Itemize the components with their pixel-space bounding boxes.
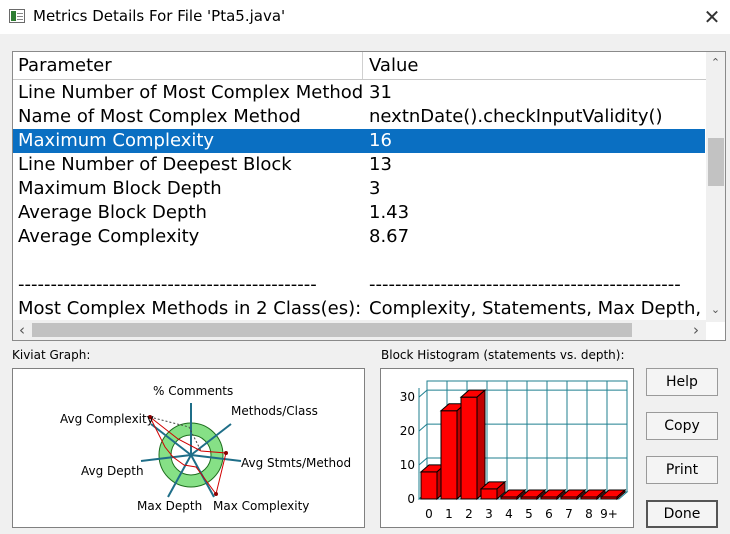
scroll-left-icon[interactable]: ‹ [13, 320, 31, 340]
parameter-cell: Average Block Depth [18, 202, 207, 223]
kiviat-marker [224, 451, 228, 455]
value-cell: 16 [369, 130, 392, 151]
table-row[interactable]: Most Complex Methods in 2 Class(es): Comp… [13, 297, 725, 321]
metrics-list[interactable]: Parameter Value Line Number of Most Comp… [12, 51, 726, 341]
histogram-y-tick-label: 0 [407, 492, 415, 506]
kiviat-axis-label-methods-class: Methods/Class [231, 404, 318, 418]
kiviat-axis-label-comments: % Comments [153, 384, 233, 398]
table-row[interactable]: Line Number of Most Complex Method 31 [13, 81, 705, 105]
value-cell: nextnDate().checkInputValidity() [369, 106, 663, 127]
value-cell: ----------------------------------------… [369, 274, 681, 295]
horizontal-scrollbar[interactable]: ‹ › [13, 320, 706, 340]
histogram-gridline [418, 423, 428, 432]
histogram-x-tick-label: 5 [525, 507, 533, 521]
table-row[interactable] [13, 249, 705, 273]
parameter-cell: Line Number of Deepest Block [18, 154, 292, 175]
kiviat-axis-label-max-depth: Max Depth [137, 499, 202, 513]
histogram-x-tick-label: 8 [585, 507, 593, 521]
histogram-y-tick-label: 30 [400, 390, 415, 404]
table-row[interactable]: Maximum Complexity 16 [13, 129, 705, 153]
scroll-right-icon[interactable]: › [686, 320, 706, 340]
block-histogram: 30201000 1 2 3 4 5 6 7 8 9+ [400, 380, 629, 521]
parameter-cell: Most Complex Methods in 2 Class(es): [18, 298, 362, 319]
histogram-gridline [418, 389, 428, 398]
scroll-down-icon[interactable]: ⌄ [706, 300, 725, 320]
histogram-x-tick-label: 7 [565, 507, 573, 521]
histogram-panel: 30 20 10 0 0 1 2 3 4 5 6 7 8 9+ [380, 368, 634, 528]
histogram-x-tick-label: 6 [545, 507, 553, 521]
parameter-cell: Line Number of Most Complex Method [18, 82, 364, 103]
histogram-bar-side [476, 389, 486, 501]
print-button[interactable]: Print [646, 456, 718, 484]
column-header-value[interactable]: Value [369, 55, 418, 76]
histogram-x-tick-label: 9+ [600, 507, 618, 521]
kiviat-axis-label-max-complexity: Max Complexity [213, 499, 309, 513]
kiviat-panel: % Comments Methods/Class Avg Stmts/Metho… [12, 368, 365, 528]
value-cell: 13 [369, 154, 392, 175]
vertical-scroll-thumb[interactable] [708, 138, 724, 186]
table-row[interactable]: Maximum Block Depth 3 [13, 177, 705, 201]
column-divider[interactable] [362, 52, 363, 79]
value-cell: 1.43 [369, 202, 410, 223]
parameter-cell: Average Complexity [18, 226, 200, 247]
histogram-bar-0 [420, 471, 438, 500]
help-button[interactable]: Help [646, 368, 718, 396]
table-row[interactable]: Line Number of Deepest Block 13 [13, 153, 705, 177]
horizontal-scroll-thumb[interactable] [32, 323, 632, 337]
value-cell: Complexity, Statements, Max Depth, Calls [369, 298, 726, 319]
histogram-bar-3 [480, 488, 498, 500]
parameter-cell: Maximum Complexity [18, 130, 215, 151]
kiviat-axis-label-avg-complexity: Avg Complexity [60, 412, 154, 426]
window-title: Metrics Details For File 'Pta5.java' [33, 7, 286, 25]
histogram-x-tick-label: 3 [485, 507, 493, 521]
kiviat-graph: % Comments Methods/Class Avg Stmts/Metho… [60, 384, 351, 513]
app-icon [9, 9, 25, 23]
kiviat-axis-label-avg-depth: Avg Depth [81, 464, 144, 478]
kiviat-label: Kiviat Graph: [12, 348, 91, 362]
table-row[interactable]: ----------------------------------------… [13, 273, 705, 297]
parameter-cell: Name of Most Complex Method [18, 106, 301, 127]
title-bar: Metrics Details For File 'Pta5.java' ✕ [0, 0, 730, 34]
table-row[interactable]: Average Block Depth 1.43 [13, 201, 705, 225]
table-row[interactable]: Average Complexity 8.67 [13, 225, 705, 249]
histogram-label: Block Histogram (statements vs. depth): [381, 348, 625, 362]
kiviat-marker [214, 492, 218, 496]
histogram-bar-1 [440, 410, 458, 500]
histogram-x-tick-label: 0 [425, 507, 433, 521]
value-cell: 3 [369, 178, 381, 199]
histogram-x-tick-label: 2 [465, 507, 473, 521]
copy-button[interactable]: Copy [646, 412, 718, 440]
histogram-x-tick-label: 4 [505, 507, 513, 521]
value-cell: 8.67 [369, 226, 410, 247]
histogram-bar-2 [460, 396, 478, 500]
kiviat-axis-label-avg-stmts: Avg Stmts/Method [241, 456, 351, 470]
parameter-cell: ----------------------------------------… [18, 274, 317, 295]
histogram-y-tick-label: 10 [400, 458, 415, 472]
value-cell: 31 [369, 82, 392, 103]
column-header-parameter[interactable]: Parameter [18, 55, 112, 76]
histogram-x-tick-label: 1 [445, 507, 453, 521]
parameter-cell: Maximum Block Depth [18, 178, 222, 199]
table-row[interactable]: Name of Most Complex Method nextnDate().c… [13, 105, 705, 129]
histogram-y-tick-label: 20 [400, 424, 415, 438]
scroll-up-icon[interactable]: ⌃ [706, 52, 725, 72]
histogram-gridline [418, 457, 428, 466]
done-button[interactable]: Done [646, 500, 718, 528]
close-icon[interactable]: ✕ [696, 2, 728, 32]
list-header: Parameter Value [13, 52, 707, 80]
vertical-scrollbar[interactable]: ⌃ ⌄ [706, 52, 725, 322]
